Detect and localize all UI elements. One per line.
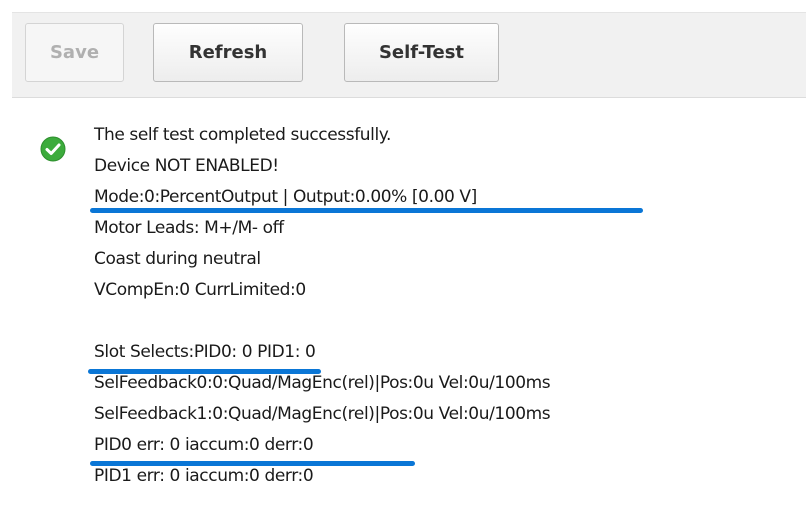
result-line-slot-selects: Slot Selects:PID0: 0 PID1: 0 — [94, 342, 316, 362]
result-line-summary: The self test completed successfully. — [94, 125, 392, 145]
check-circle-icon — [40, 136, 66, 162]
result-line-enabled: Device NOT ENABLED! — [94, 156, 279, 176]
self-test-panel: Save Refresh Self-Test The self test com… — [0, 0, 806, 516]
toolbar: Save Refresh Self-Test — [12, 12, 806, 98]
result-lines: The self test completed successfully. De… — [94, 120, 551, 492]
result-line-pid0: PID0 err: 0 iaccum:0 derr:0 — [94, 435, 314, 455]
result-line-motor-leads: Motor Leads: M+/M- off — [94, 218, 284, 238]
highlight-underline-slot-selects — [88, 369, 321, 374]
save-button[interactable]: Save — [25, 23, 124, 82]
result-line-blank — [94, 306, 550, 337]
highlight-underline-mode — [90, 208, 643, 213]
result-line-selfeedback1: SelFeedback1:0:Quad/MagEnc(rel)|Pos:0u V… — [94, 404, 551, 424]
refresh-button[interactable]: Refresh — [153, 23, 303, 82]
self-test-button[interactable]: Self-Test — [344, 23, 499, 82]
result-line-vcomp: VCompEn:0 CurrLimited:0 — [94, 280, 306, 300]
highlight-underline-pid0 — [90, 461, 415, 466]
result-line-neutral: Coast during neutral — [94, 249, 261, 269]
